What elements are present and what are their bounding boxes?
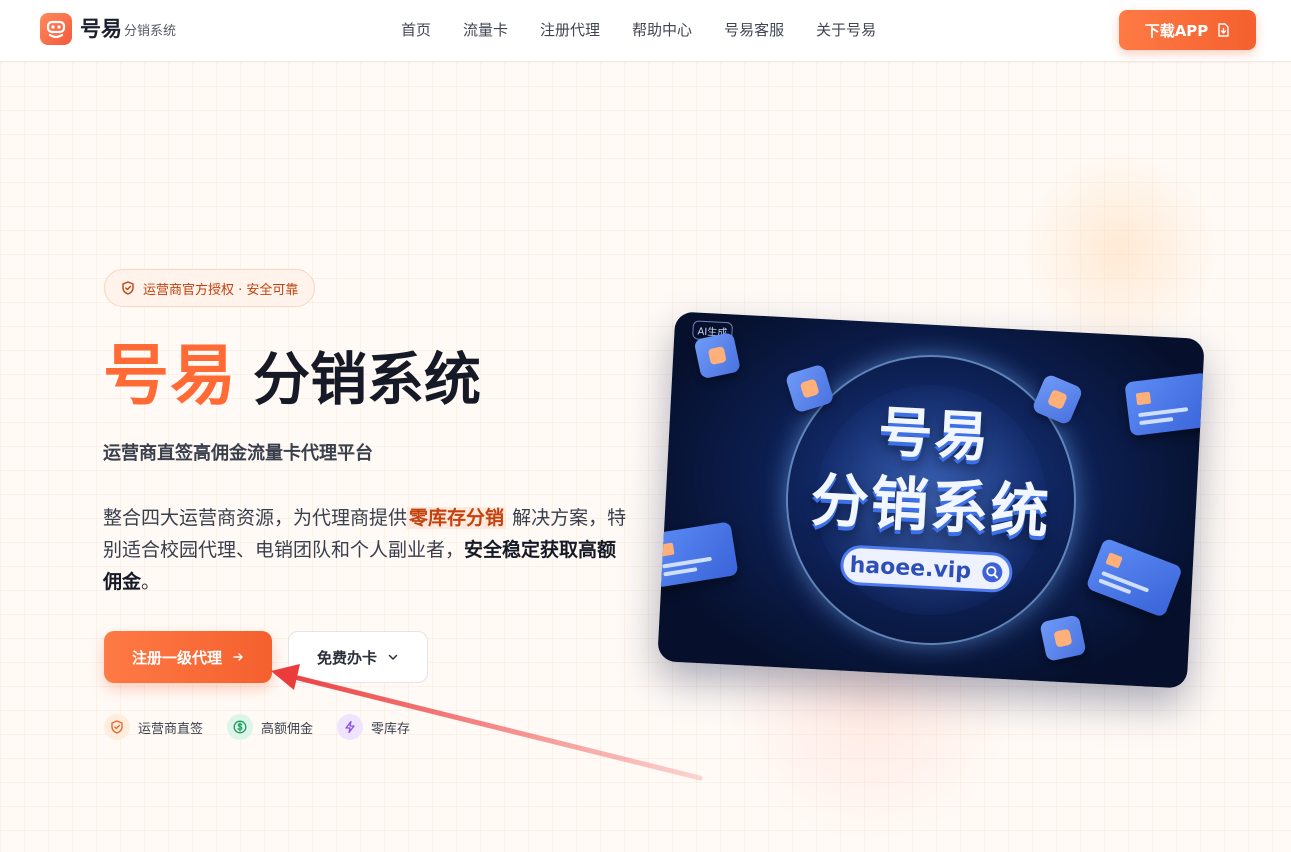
dollar-icon [227, 714, 254, 740]
nav-item-help-center[interactable]: 帮助中心 [632, 19, 692, 41]
main-nav: 首页 流量卡 注册代理 帮助中心 号易客服 关于号易 [401, 19, 908, 41]
shield-icon [104, 714, 130, 740]
badge-label: 运营商官方授权 · 安全可靠 [143, 282, 299, 298]
sim-card-graphic [657, 521, 739, 588]
download-app-label: 下载APP [1144, 21, 1209, 40]
chat-tile-graphic [1039, 614, 1087, 662]
illustration-url: haoee.vip [849, 552, 972, 584]
desc-text: 整合四大运营商资源，为代理商提供 [103, 507, 408, 529]
chevron-down-icon [388, 654, 398, 660]
chat-tile-graphic [693, 331, 741, 380]
free-card-button[interactable]: 免费办卡 [288, 631, 428, 683]
register-agent-label: 注册一级代理 [131, 648, 222, 667]
authorization-badge: 运营商官方授权 · 安全可靠 [104, 269, 316, 307]
top-header: 号易 分销系统 首页 流量卡 注册代理 帮助中心 号易客服 关于号易 下载APP [0, 0, 1291, 62]
nav-item-about[interactable]: 关于号易 [816, 19, 876, 41]
hero-title-rest: 分销系统 [253, 347, 481, 413]
nav-item-register-agent[interactable]: 注册代理 [540, 19, 600, 41]
hero-title-brand: 号易 [103, 337, 237, 414]
free-card-label: 免费办卡 [316, 648, 377, 667]
feature-label: 运营商直签 [138, 721, 204, 737]
feature-item: 零库存 [337, 714, 410, 740]
brand-subtitle: 分销系统 [124, 24, 177, 39]
feature-label: 零库存 [371, 721, 411, 737]
nav-item-customer-service[interactable]: 号易客服 [724, 19, 784, 41]
desc-highlight: 零库存分销 [407, 507, 507, 529]
feature-item: 高额佣金 [227, 714, 313, 740]
feature-label: 高额佣金 [261, 721, 314, 737]
nav-item-data-card[interactable]: 流量卡 [463, 19, 508, 41]
lightning-icon [337, 714, 364, 740]
feature-list: 运营商直签 高额佣金 零库存 [104, 714, 410, 740]
brand-name[interactable]: 号易 [80, 15, 122, 43]
feature-item: 运营商直签 [104, 714, 203, 740]
nav-item-home[interactable]: 首页 [401, 19, 431, 41]
hero-illustration: AI生成 号易 分销系统 haoee.vip [657, 311, 1205, 689]
logo-icon[interactable] [40, 13, 72, 45]
register-agent-button[interactable]: 注册一级代理 [104, 631, 272, 683]
background-glow [1020, 150, 1220, 350]
download-app-button[interactable]: 下载APP [1119, 10, 1256, 50]
hero-description: 整合四大运营商资源，为代理商提供 零库存分销 解决方案，特别适合校园代理、电销团队… [103, 502, 633, 598]
arrow-right-icon [233, 653, 243, 661]
search-icon [982, 562, 1003, 583]
download-icon [1218, 23, 1229, 37]
hero-subtitle: 运营商直签高佣金流量卡代理平台 [103, 443, 373, 464]
shield-icon [122, 281, 134, 295]
desc-end: 。 [141, 571, 161, 593]
